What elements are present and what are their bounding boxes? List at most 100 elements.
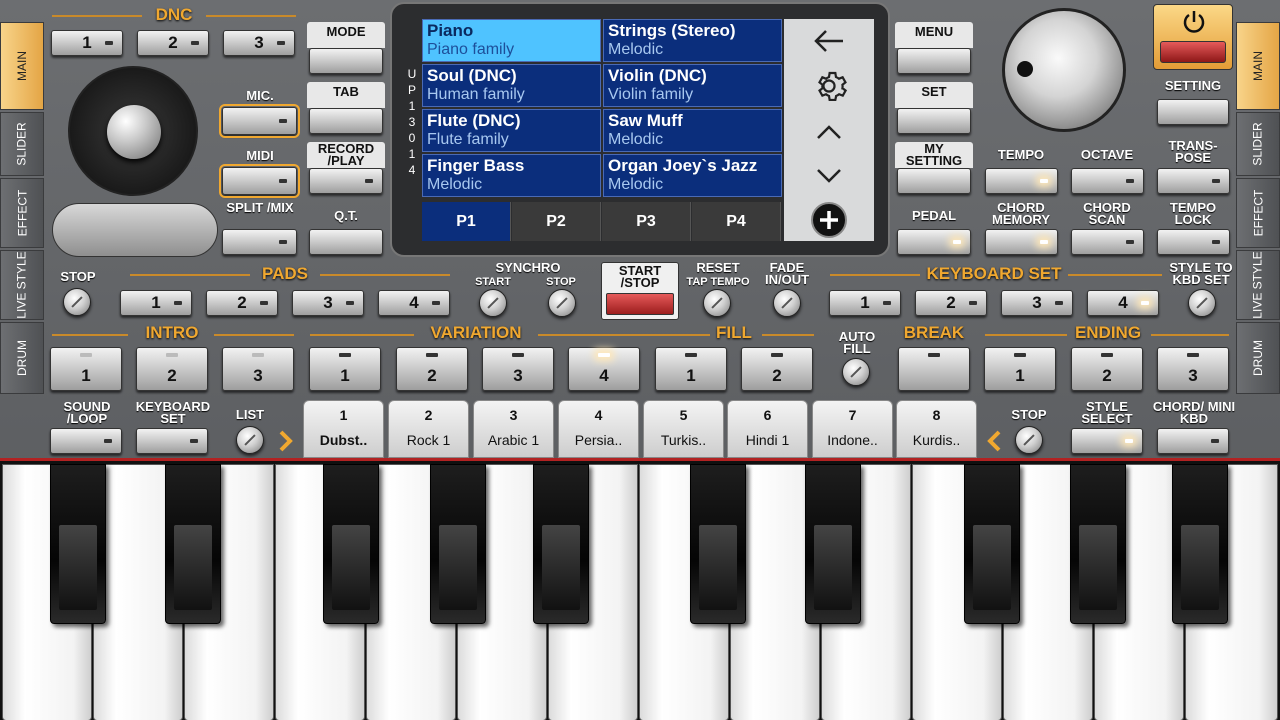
fill-button-1[interactable]: 1 (655, 347, 727, 391)
break-button[interactable] (898, 347, 970, 391)
variation-button-4[interactable]: 4 (568, 347, 640, 391)
black-key[interactable] (1172, 464, 1228, 624)
add-icon[interactable] (804, 200, 854, 240)
split-mix-button[interactable] (222, 229, 297, 255)
auto-fill-knob[interactable] (842, 358, 870, 386)
intro-button-3[interactable]: 3 (222, 347, 294, 391)
side-tab-effect-left[interactable]: EFFECT (0, 178, 44, 248)
dnc-button-1[interactable]: 1 (51, 30, 123, 56)
page-tab-p4[interactable]: P4 (692, 202, 781, 241)
style-tab-6[interactable]: 6 Hindi 1 (727, 400, 808, 458)
voice-cell[interactable]: Violin (DNC) Violin family (603, 64, 782, 107)
reset-knob[interactable] (703, 289, 731, 317)
side-tab-main-right[interactable]: MAIN (1236, 22, 1280, 110)
set-button[interactable] (897, 108, 971, 134)
black-key[interactable] (805, 464, 861, 624)
pad-button-3[interactable]: 3 (292, 290, 364, 316)
ending-button-1[interactable]: 1 (984, 347, 1056, 391)
synchro-start-knob[interactable] (479, 289, 507, 317)
side-tab-slider-right[interactable]: SLIDER (1236, 112, 1280, 176)
tempo-button[interactable] (985, 168, 1058, 194)
dnc-button-3[interactable]: 3 (223, 30, 295, 56)
black-key[interactable] (690, 464, 746, 624)
midi-button[interactable] (219, 164, 300, 198)
chord-scan-button[interactable] (1071, 229, 1144, 255)
data-dial[interactable] (1002, 8, 1126, 132)
side-tab-drum-left[interactable]: DRUM (0, 322, 44, 394)
side-tab-live-style-left[interactable]: LIVE STYLE (0, 250, 44, 320)
pad-button-4[interactable]: 4 (378, 290, 450, 316)
chevron-down-icon[interactable] (804, 156, 854, 196)
voice-cell[interactable]: Strings (Stereo) Melodic (603, 19, 782, 62)
ending-button-2[interactable]: 2 (1071, 347, 1143, 391)
black-key[interactable] (323, 464, 379, 624)
gear-icon[interactable] (804, 66, 854, 106)
ending-button-3[interactable]: 3 (1157, 347, 1229, 391)
black-key[interactable] (533, 464, 589, 624)
joystick[interactable] (68, 66, 198, 196)
menu-button[interactable] (897, 48, 971, 74)
mic-button[interactable] (219, 104, 300, 138)
my-setting-button[interactable] (897, 168, 971, 194)
setting-button[interactable] (1157, 99, 1229, 125)
page-tab-p1[interactable]: P1 (422, 202, 511, 241)
variation-button-3[interactable]: 3 (482, 347, 554, 391)
chord-mini-kbd-button[interactable] (1157, 428, 1229, 454)
voice-cell[interactable]: Soul (DNC) Human family (422, 64, 601, 107)
pedal-button[interactable] (897, 229, 971, 255)
fade-knob[interactable] (773, 289, 801, 317)
chevron-up-icon[interactable] (804, 112, 854, 152)
synchro-stop-knob[interactable] (548, 289, 576, 317)
voice-cell[interactable]: Organ Joey`s Jazz Melodic (603, 154, 782, 197)
qt-button[interactable] (309, 229, 383, 255)
scroll-right-icon[interactable] (276, 430, 296, 452)
scroll-left-icon[interactable] (984, 430, 1004, 452)
back-arrow-icon[interactable] (804, 21, 854, 61)
side-tab-slider-left[interactable]: SLIDER (0, 112, 44, 176)
style-tab-8[interactable]: 8 Kurdis.. (896, 400, 977, 458)
side-tab-drum-right[interactable]: DRUM (1236, 322, 1280, 394)
black-key[interactable] (50, 464, 106, 624)
keyboard-set-button-3[interactable]: 3 (1001, 290, 1073, 316)
intro-button-1[interactable]: 1 (50, 347, 122, 391)
list-knob[interactable] (236, 426, 264, 454)
style-tab-5[interactable]: 5 Turkis.. (643, 400, 724, 458)
page-tab-p2[interactable]: P2 (512, 202, 601, 241)
style-stop-knob[interactable] (1015, 426, 1043, 454)
voice-cell[interactable]: Flute (DNC) Flute family (422, 109, 601, 152)
transpose-button[interactable] (1157, 168, 1230, 194)
page-tab-p3[interactable]: P3 (602, 202, 691, 241)
octave-button[interactable] (1071, 168, 1144, 194)
variation-button-1[interactable]: 1 (309, 347, 381, 391)
black-key[interactable] (1070, 464, 1126, 624)
voice-cell[interactable]: Finger Bass Melodic (422, 154, 601, 197)
style-tab-4[interactable]: 4 Persia.. (558, 400, 639, 458)
dnc-button-2[interactable]: 2 (137, 30, 209, 56)
pads-stop-knob[interactable] (63, 288, 91, 316)
style-select-button[interactable] (1071, 428, 1143, 454)
keyboard-set-button-4[interactable]: 4 (1087, 290, 1159, 316)
black-key[interactable] (165, 464, 221, 624)
style-to-kbd-knob[interactable] (1188, 289, 1216, 317)
keyboard-set-button[interactable] (136, 428, 208, 454)
voice-cell[interactable]: Saw Muff Melodic (603, 109, 782, 152)
record-play-button[interactable] (309, 168, 383, 194)
black-key[interactable] (430, 464, 486, 624)
side-tab-main-left[interactable]: MAIN (0, 22, 44, 110)
tempo-lock-button[interactable] (1157, 229, 1230, 255)
side-tab-live-style-right[interactable]: LIVE STYLE (1236, 250, 1280, 320)
intro-button-2[interactable]: 2 (136, 347, 208, 391)
voice-cell[interactable]: Piano Piano family (422, 19, 601, 62)
sound-loop-button[interactable] (50, 428, 122, 454)
pad-button-1[interactable]: 1 (120, 290, 192, 316)
variation-button-2[interactable]: 2 (396, 347, 468, 391)
power-button[interactable] (1153, 4, 1233, 70)
style-tab-1[interactable]: 1 Dubst.. (303, 400, 384, 458)
joystick-handle[interactable] (107, 105, 161, 159)
style-tab-3[interactable]: 3 Arabic 1 (473, 400, 554, 458)
keyboard-set-button-1[interactable]: 1 (829, 290, 901, 316)
pad-button-2[interactable]: 2 (206, 290, 278, 316)
side-tab-effect-right[interactable]: EFFECT (1236, 178, 1280, 248)
fill-button-2[interactable]: 2 (741, 347, 813, 391)
style-tab-7[interactable]: 7 Indone.. (812, 400, 893, 458)
